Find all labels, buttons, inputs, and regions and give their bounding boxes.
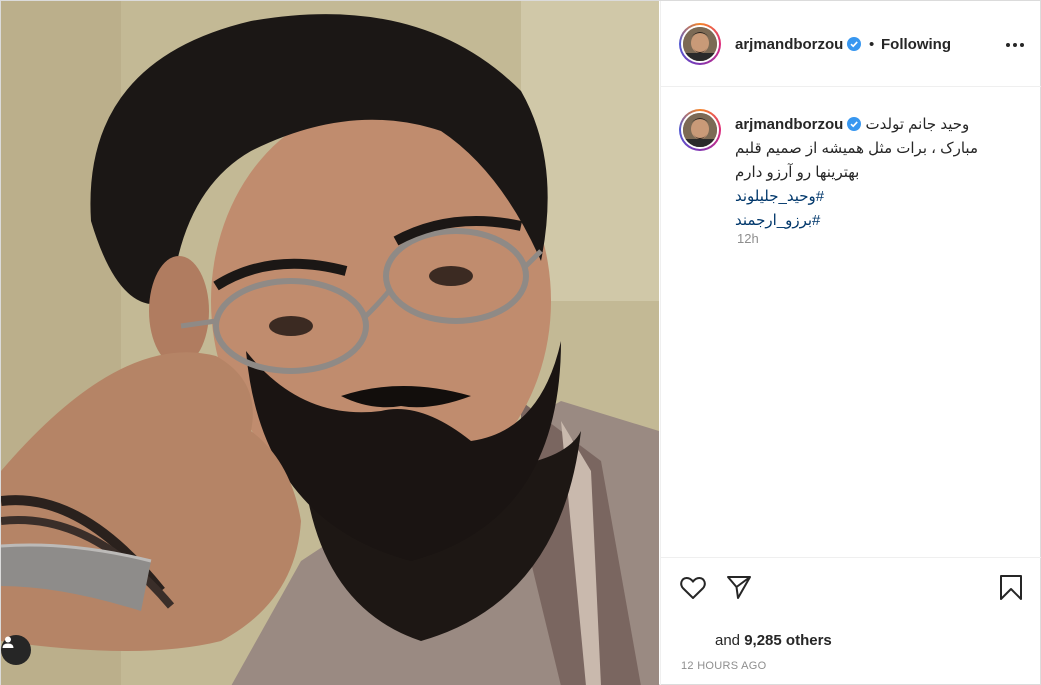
more-options-icon[interactable] [1003,33,1027,57]
avatar-image [683,113,717,147]
comment-time[interactable]: 12h [737,231,759,246]
header-username[interactable]: arjmandborzou [735,36,862,53]
hashtag-link[interactable]: #وحید_جلیلوند [735,185,1025,209]
verified-badge-icon [847,117,862,131]
verified-badge-icon [847,37,862,51]
heart-icon[interactable] [679,574,707,602]
caption-comment: arjmandborzou وحید جانم تولدت مبارک ، بر… [661,87,1041,557]
avatar-image [683,27,717,61]
person-icon [2,636,14,648]
caption-line-1: وحید جانم تولدت [865,116,970,133]
caption-line-2: مبارک ، برات مثل همیشه از صمیم قلبم [735,140,978,157]
action-bar: and 9,285 others 12 HOURS AGO [661,557,1041,685]
instagram-post: arjmandborzou • Following arjmandborzou … [0,0,1041,685]
caption-avatar[interactable] [679,109,721,151]
caption-text: arjmandborzou وحید جانم تولدت مبارک ، بر… [735,113,1025,233]
post-photo[interactable] [1,1,659,685]
follow-separator: • [869,36,875,53]
caption-line-3: بهترینها رو آرزو دارم [735,164,860,181]
caption-username[interactable]: arjmandborzou [735,116,862,133]
following-button[interactable]: Following [881,36,951,53]
paper-plane-icon[interactable] [725,573,753,601]
hashtag-link[interactable]: #برزو_ارجمند [735,209,1025,233]
user-tag-icon[interactable] [1,635,31,665]
bookmark-icon[interactable] [997,573,1025,601]
post-sidebar: arjmandborzou • Following arjmandborzou … [660,1,1041,685]
avatar[interactable] [679,23,721,65]
likes-count[interactable]: and 9,285 others [715,632,832,649]
post-header: arjmandborzou • Following [661,1,1041,87]
post-timestamp[interactable]: 12 HOURS AGO [681,660,767,672]
portrait-illustration [1,1,659,685]
